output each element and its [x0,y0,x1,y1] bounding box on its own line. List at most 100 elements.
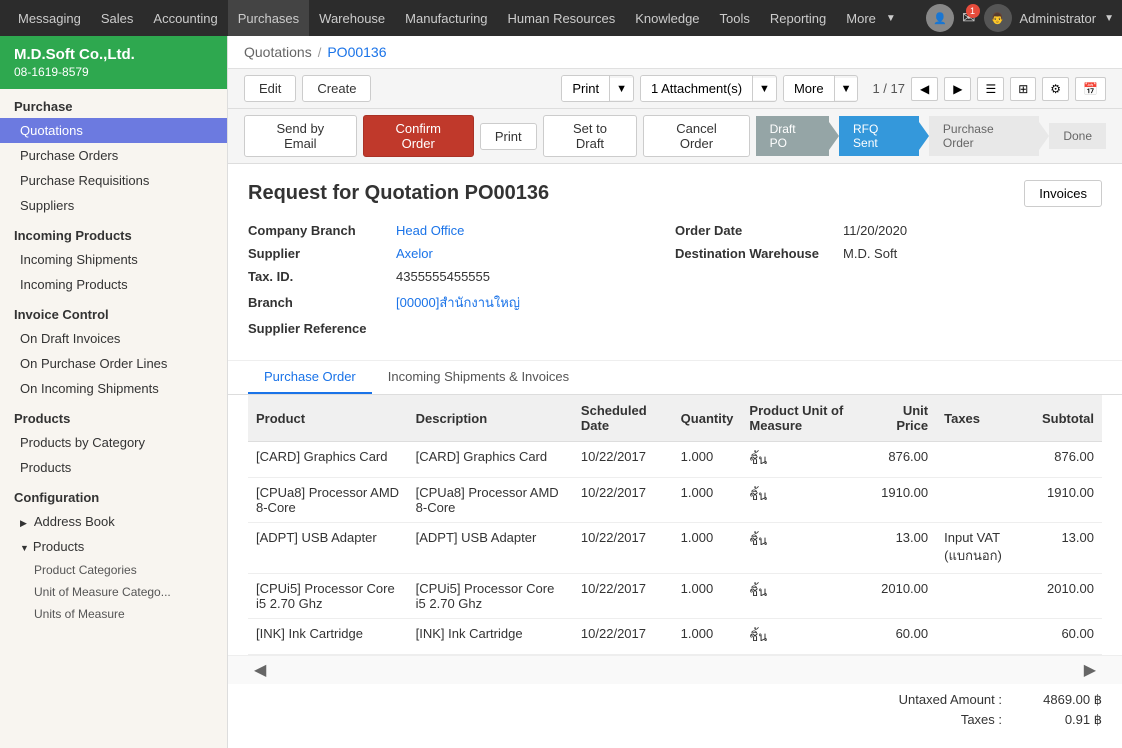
form-left: Company Branch Head Office Supplier Axel… [248,223,675,344]
confirm-order-button[interactable]: Confirm Order [363,115,474,157]
sidebar-item-suppliers[interactable]: Suppliers [0,193,227,218]
cell-qty-2: 1.000 [673,523,742,574]
more-arrow-button[interactable]: ▼ [835,78,858,100]
scroll-left-arrow[interactable]: ◀ [248,660,272,680]
cell-uom-0: ชิ้น [741,442,865,478]
pipeline-step-draft[interactable]: Draft PO [756,116,829,156]
more-button[interactable]: More [784,76,835,101]
sidebar-section-header-incoming: Incoming Products [0,218,227,247]
app-body: M.D.Soft Co.,Ltd. 08-1619-8579 Purchase … [0,36,1122,748]
nav-item-manufacturing[interactable]: Manufacturing [395,0,497,36]
calendar-view-button[interactable]: 📅 [1075,77,1106,101]
sidebar-item-products-by-category[interactable]: Products by Category [0,430,227,455]
destination-label: Destination Warehouse [675,246,835,261]
sidebar-item-incoming-shipments[interactable]: Incoming Shipments [0,247,227,272]
cancel-order-button[interactable]: Cancel Order [643,115,749,157]
supplier-label: Supplier [248,246,388,261]
send-by-email-button[interactable]: Send by Email [244,115,357,157]
cell-uom-2: ชิ้น [741,523,865,574]
nav-item-knowledge[interactable]: Knowledge [625,0,709,36]
sidebar-item-incoming-shipments-inv[interactable]: On Incoming Shipments [0,376,227,401]
attachment-button[interactable]: 1 Attachment(s) [641,76,753,101]
nav-item-tools[interactable]: Tools [710,0,760,36]
sidebar-item-uom[interactable]: Units of Measure [0,603,227,625]
cell-uom-4: ชิ้น [741,619,865,655]
print-arrow-button[interactable]: ▼ [610,78,633,100]
table-area: Product Description Scheduled Date Quant… [228,395,1122,655]
sidebar-item-uom-categ[interactable]: Unit of Measure Catego... [0,581,227,603]
card-view-button[interactable]: ⊞ [1010,77,1036,101]
table-row[interactable]: [CPUa8] Processor AMD 8-Core [CPUa8] Pro… [248,478,1102,523]
nav-item-warehouse[interactable]: Warehouse [309,0,395,36]
sidebar-item-products[interactable]: Products [0,455,227,480]
pipeline-arrow-1 [829,122,839,150]
table-scroll-bar[interactable]: ◀ ▶ [228,655,1122,684]
cell-price-4: 60.00 [865,619,936,655]
branch-value[interactable]: [00000]สำนักงานใหญ่ [396,292,520,313]
form-row-company: Company Branch Head Office [248,223,675,238]
nav-item-purchases[interactable]: Purchases [228,0,309,36]
cell-subtotal-0: 876.00 [1034,442,1102,478]
pipeline-step-rfq-sent[interactable]: RFQ Sent [839,116,919,156]
cell-price-3: 2010.00 [865,574,936,619]
admin-label[interactable]: Administrator [1020,11,1097,26]
list-view-button[interactable]: ☰ [977,77,1004,101]
nav-item-sales[interactable]: Sales [91,0,144,36]
cell-taxes-4 [936,619,1034,655]
nav-item-hr[interactable]: Human Resources [498,0,626,36]
prev-page-button[interactable]: ◀ [911,77,938,101]
settings-view-button[interactable]: ⚙ [1042,77,1069,101]
next-page-button[interactable]: ▶ [944,77,971,101]
form-right: Order Date 11/20/2020 Destination Wareho… [675,223,1102,344]
breadcrumb-parent[interactable]: Quotations [244,44,312,60]
set-to-draft-button[interactable]: Set to Draft [543,115,638,157]
sidebar-item-products-config[interactable]: ▼Products [0,534,227,559]
cell-qty-0: 1.000 [673,442,742,478]
sidebar-item-purchase-requisitions[interactable]: Purchase Requisitions [0,168,227,193]
more-dropdown[interactable]: More ▼ [783,75,859,102]
scroll-right-arrow[interactable]: ▶ [1078,660,1102,680]
sidebar-item-incoming-products[interactable]: Incoming Products [0,272,227,297]
tab-incoming-shipments[interactable]: Incoming Shipments & Invoices [372,361,585,394]
attachment-dropdown[interactable]: 1 Attachment(s) ▼ [640,75,777,102]
breadcrumb-current: PO00136 [327,44,386,60]
company-branch-value[interactable]: Head Office [396,223,464,238]
nav-item-more[interactable]: More [836,0,886,36]
sidebar-item-po-lines[interactable]: On Purchase Order Lines [0,351,227,376]
edit-button[interactable]: Edit [244,75,296,102]
table-row[interactable]: [INK] Ink Cartridge [INK] Ink Cartridge … [248,619,1102,655]
order-date-value: 11/20/2020 [843,223,907,238]
cell-desc-3: [CPUi5] Processor Core i5 2.70 Ghz [408,574,573,619]
cell-date-3: 10/22/2017 [573,574,673,619]
user-avatar: 👤 [926,4,954,32]
table-row[interactable]: [CPUi5] Processor Core i5 2.70 Ghz [CPUi… [248,574,1102,619]
sidebar-item-product-categories[interactable]: Product Categories [0,559,227,581]
pipeline-step-done[interactable]: Done [1049,123,1106,149]
table-row[interactable]: [ADPT] USB Adapter [ADPT] USB Adapter 10… [248,523,1102,574]
table-row[interactable]: [CARD] Graphics Card [CARD] Graphics Car… [248,442,1102,478]
sidebar-item-purchase-orders[interactable]: Purchase Orders [0,143,227,168]
attachment-arrow-button[interactable]: ▼ [753,78,776,100]
nav-item-reporting[interactable]: Reporting [760,0,836,36]
invoices-button[interactable]: Invoices [1024,180,1102,207]
tabs-bar: Purchase Order Incoming Shipments & Invo… [228,361,1122,395]
print-button[interactable]: Print [562,76,610,101]
print-action-button[interactable]: Print [480,123,537,150]
cell-date-0: 10/22/2017 [573,442,673,478]
tab-purchase-order[interactable]: Purchase Order [248,361,372,394]
sidebar-section-incoming: Incoming Products Incoming Shipments Inc… [0,218,227,297]
sidebar-item-quotations[interactable]: Quotations [0,118,227,143]
print-dropdown[interactable]: Print ▼ [561,75,634,102]
pipeline-step-purchase-order[interactable]: Purchase Order [929,116,1039,156]
nav-item-accounting[interactable]: Accounting [143,0,227,36]
sidebar-item-draft-invoices[interactable]: On Draft Invoices [0,326,227,351]
create-button[interactable]: Create [302,75,371,102]
top-nav-right: 👤 ✉ 1 👨 Administrator ▼ [926,4,1114,32]
nav-item-more-arrow: ▼ [886,13,896,24]
nav-item-messaging[interactable]: Messaging [8,0,91,36]
profile-avatar[interactable]: 👨 [984,4,1012,32]
sidebar-section-purchase: Purchase Quotations Purchase Orders Purc… [0,89,227,218]
mail-icon-wrap[interactable]: ✉ 1 [962,8,975,28]
supplier-value[interactable]: Axelor [396,246,433,261]
sidebar-item-address-book[interactable]: ▶ Address Book [0,509,227,534]
